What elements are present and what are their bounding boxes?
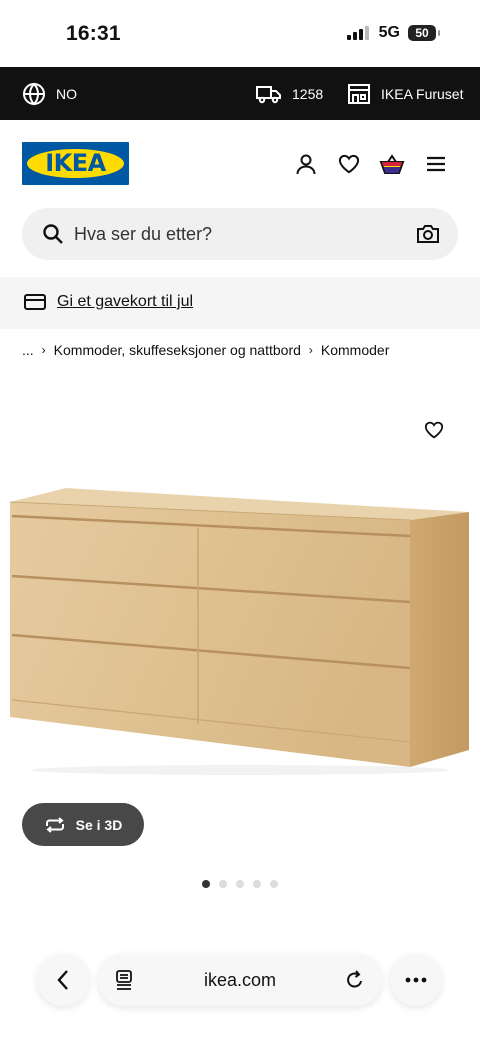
status-indicators: 5G 50: [346, 24, 440, 42]
language-label: NO: [56, 85, 77, 102]
delivery-postcode[interactable]: 1258: [256, 67, 323, 120]
gift-card-icon: [24, 294, 46, 310]
top-info-bar: NO 1258 IKEA Furuset: [0, 67, 480, 120]
heart-icon: [338, 154, 360, 174]
cart-button[interactable]: [377, 149, 407, 179]
product-image[interactable]: [0, 480, 480, 780]
language-selector[interactable]: NO: [22, 67, 77, 120]
favourites-button[interactable]: [334, 149, 364, 179]
reload-icon[interactable]: [345, 969, 365, 991]
browser-address-bar[interactable]: ikea.com: [98, 954, 382, 1006]
network-type: 5G: [378, 24, 400, 41]
gift-card-link[interactable]: Gi et gavekort til jul: [57, 277, 193, 327]
logo-text: IKEA: [45, 149, 106, 177]
view-3d-button[interactable]: Se i 3D: [22, 803, 144, 846]
carousel-dot[interactable]: [236, 880, 244, 888]
store-icon: [348, 83, 370, 104]
user-icon: [296, 154, 316, 175]
search-icon: [43, 224, 63, 244]
camera-search-icon[interactable]: [416, 223, 440, 245]
shopping-basket-icon: [379, 154, 405, 174]
image-carousel-dots: [0, 880, 480, 888]
browser-more-button[interactable]: [390, 954, 442, 1006]
browser-url: ikea.com: [203, 970, 277, 990]
carousel-dot[interactable]: [253, 880, 261, 888]
breadcrumb-item-current[interactable]: Kommoder: [321, 342, 389, 358]
hamburger-menu-icon: [427, 156, 445, 172]
more-dots-icon: [405, 977, 427, 983]
postcode-label: 1258: [292, 85, 324, 102]
delivery-truck-icon: [256, 85, 281, 103]
gift-card-promo: Gi et gavekort til jul: [0, 277, 480, 329]
status-time: 16:31: [66, 22, 121, 45]
signal-icon: [346, 26, 369, 40]
store-selector[interactable]: IKEA Furuset: [347, 67, 463, 120]
carousel-dot[interactable]: [202, 880, 210, 888]
carousel-dot[interactable]: [270, 880, 278, 888]
search-placeholder: Hva ser du etter?: [74, 224, 213, 244]
ikea-logo[interactable]: IKEA: [22, 142, 129, 185]
store-label: IKEA Furuset: [381, 85, 464, 102]
browser-back-button[interactable]: [37, 954, 89, 1006]
heart-icon: [424, 421, 444, 439]
rotate-3d-icon: [45, 816, 64, 833]
breadcrumb: ... › Kommoder, skuffeseksjoner og nattb…: [22, 342, 389, 358]
account-button[interactable]: [291, 149, 321, 179]
carousel-dot[interactable]: [219, 880, 227, 888]
globe-icon: [23, 82, 45, 105]
chevron-left-icon: [57, 970, 68, 990]
breadcrumb-ellipsis[interactable]: ...: [22, 342, 34, 358]
chevron-right-icon: ›: [308, 343, 313, 357]
view-3d-label: Se i 3D: [75, 816, 123, 833]
menu-button[interactable]: [421, 149, 451, 179]
breadcrumb-item[interactable]: Kommoder, skuffeseksjoner og nattbord: [54, 342, 301, 358]
search-bar[interactable]: Hva ser du etter?: [22, 208, 458, 260]
battery-indicator: 50: [408, 25, 440, 41]
chevron-right-icon: ›: [41, 343, 46, 357]
product-favourite-button[interactable]: [424, 421, 448, 443]
